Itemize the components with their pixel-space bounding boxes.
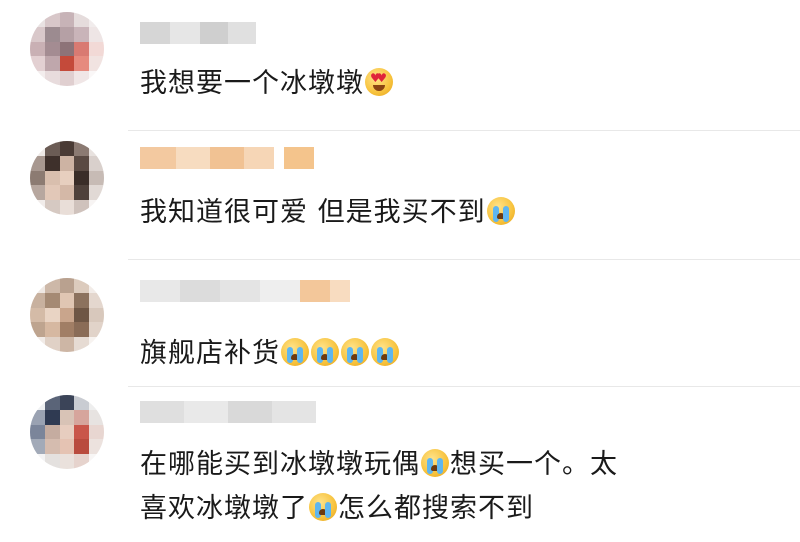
crying-emoji-icon bbox=[486, 197, 515, 225]
crying-emoji-icon bbox=[281, 338, 309, 366]
username-blurred[interactable] bbox=[140, 147, 314, 169]
crying-emoji-icon bbox=[421, 449, 449, 477]
comment-item: 我想要一个冰墩墩 bbox=[0, 0, 800, 130]
comment-item: 旗舰店补货 bbox=[0, 260, 800, 386]
username-blurred[interactable] bbox=[140, 401, 316, 423]
comment-text: 我知道很可爱 但是我买不到 bbox=[140, 193, 770, 233]
avatar[interactable] bbox=[30, 141, 104, 215]
crying-emoji-icon bbox=[309, 493, 337, 521]
avatar[interactable] bbox=[30, 278, 104, 352]
comment-text: 我想要一个冰墩墩 bbox=[140, 64, 770, 104]
heart-eyes-emoji-icon bbox=[365, 68, 393, 96]
avatar[interactable] bbox=[30, 12, 104, 86]
comment-text: 旗舰店补货 bbox=[140, 334, 770, 374]
comment-text: 在哪能买到冰墩墩玩偶 想买一个。太 喜欢冰墩墩了 怎么都搜索不到 bbox=[140, 449, 618, 524]
crying-emoji-icon bbox=[371, 338, 399, 366]
crying-emoji-icon bbox=[341, 338, 369, 366]
crying-emoji-icon bbox=[311, 338, 339, 366]
avatar[interactable] bbox=[30, 395, 104, 469]
username-blurred[interactable] bbox=[140, 280, 350, 302]
comment-item: 在哪能买到冰墩墩玩偶 想买一个。太 喜欢冰墩墩了 怎么都搜索不到 bbox=[0, 387, 800, 542]
comment-item: 我知道很可爱 但是我买不到 bbox=[0, 131, 800, 259]
username-blurred[interactable] bbox=[140, 22, 256, 44]
